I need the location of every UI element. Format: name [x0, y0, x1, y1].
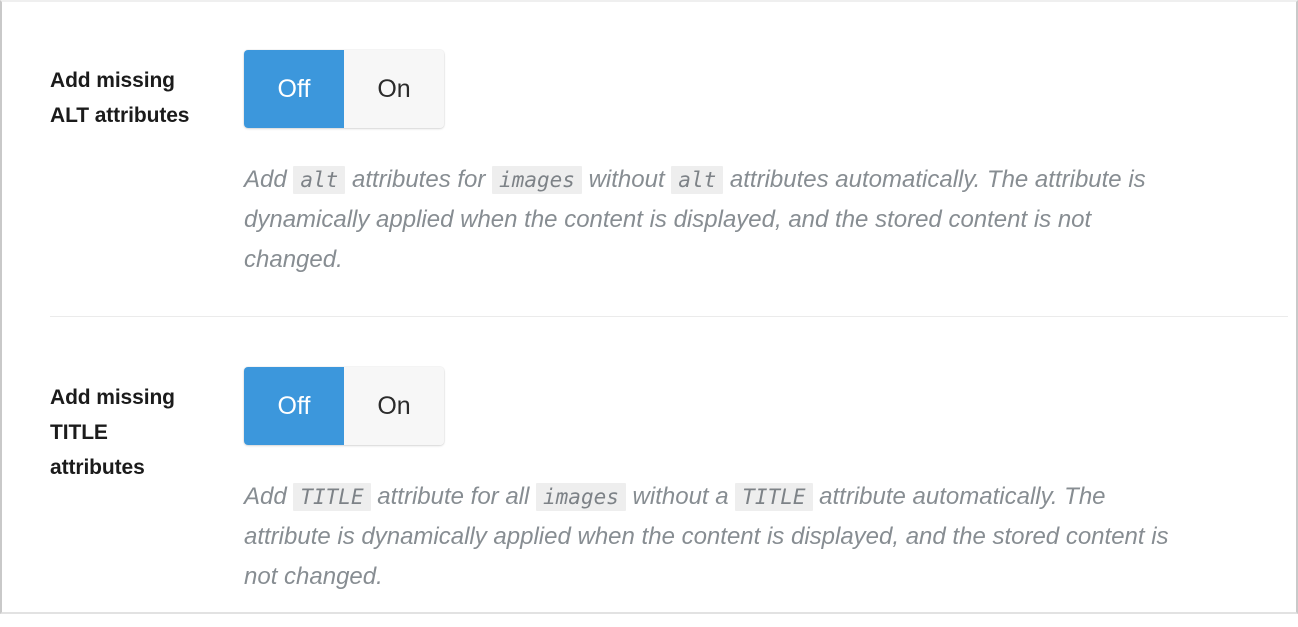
inline-code: TITLE — [293, 483, 371, 512]
inline-code: images — [492, 166, 582, 194]
setting-description-alt-attributes: Add alt attributes for images without al… — [244, 166, 1146, 273]
setting-label-alt-attributes: Add missing ALT attributes — [50, 69, 190, 127]
inline-code: TITLE — [735, 483, 813, 512]
inline-code: images — [536, 483, 626, 512]
settings-list: Add missing ALT attributes Off On Add al… — [2, 2, 1296, 627]
toggle-option-off[interactable]: Off — [244, 50, 344, 128]
setting-description-title-attributes: Add TITLE attribute for all images witho… — [244, 483, 1169, 591]
setting-row: Add missing TITLE attributes Off On Add … — [2, 317, 1296, 626]
setting-label-title-attributes: Add missing TITLE attributes — [50, 386, 175, 479]
inline-code: alt — [671, 166, 724, 194]
toggle-group-title-attributes[interactable]: Off On — [244, 367, 444, 446]
setting-control: Off On Add alt attributes for images wit… — [207, 50, 1296, 279]
setting-row: Add missing ALT attributes Off On Add al… — [2, 2, 1296, 316]
settings-panel: Add missing ALT attributes Off On Add al… — [0, 0, 1298, 614]
toggle-group-alt-attributes[interactable]: Off On — [244, 50, 444, 128]
toggle-option-on[interactable]: On — [344, 50, 444, 128]
inline-code: alt — [293, 166, 346, 194]
toggle-option-on[interactable]: On — [344, 367, 444, 446]
setting-control: Off On Add TITLE attribute for all image… — [207, 367, 1296, 596]
toggle-option-off[interactable]: Off — [244, 367, 344, 446]
